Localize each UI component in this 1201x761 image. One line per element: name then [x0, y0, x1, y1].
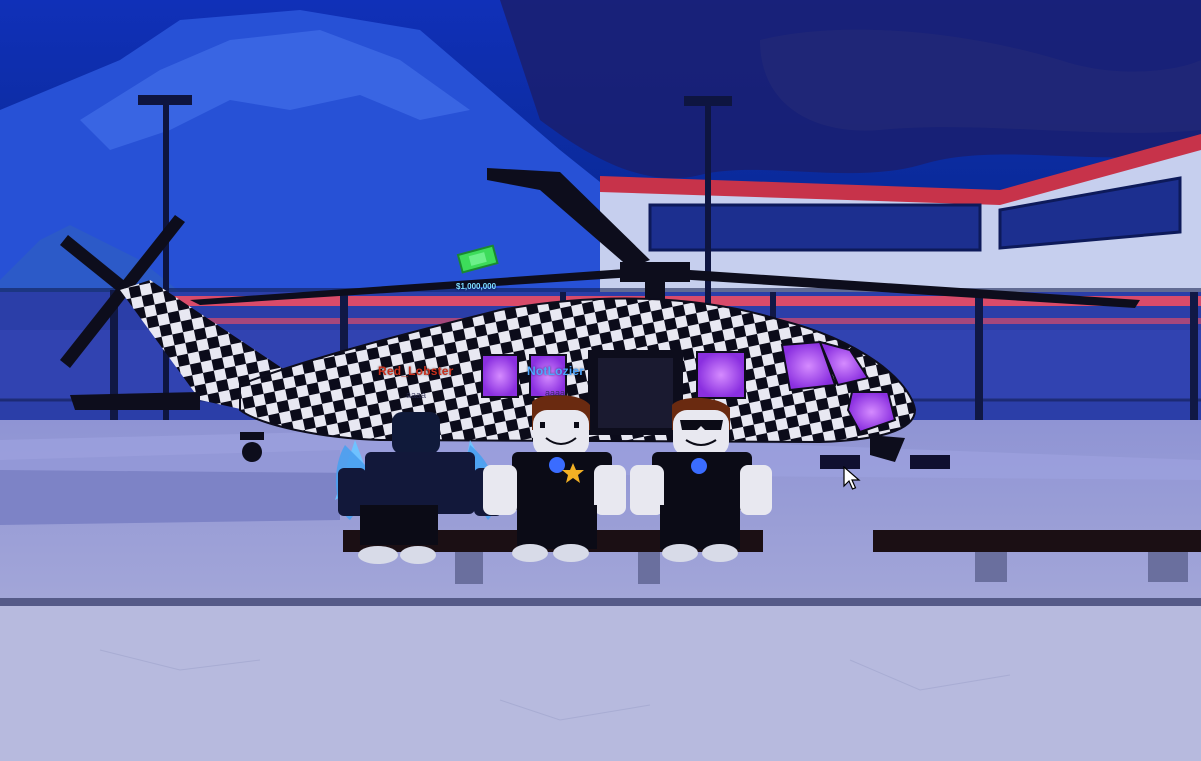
- player-nametag-notlozier: NotLozier: [527, 364, 585, 378]
- game-world: [0, 0, 1201, 761]
- mouse-cursor-icon: [843, 466, 861, 490]
- player-chat-notlozier: aaaa: [545, 388, 566, 398]
- curb: [0, 598, 1201, 606]
- player-nametag-red-lobster: Red_Lobster: [378, 364, 454, 378]
- game-viewport[interactable]: $1,000,000 Red_Lobster aaaa NotLozier aa…: [0, 0, 1201, 761]
- player-chat-red-lobster: aaaa: [406, 390, 427, 400]
- vehicle-price-label: $1,000,000: [456, 282, 497, 291]
